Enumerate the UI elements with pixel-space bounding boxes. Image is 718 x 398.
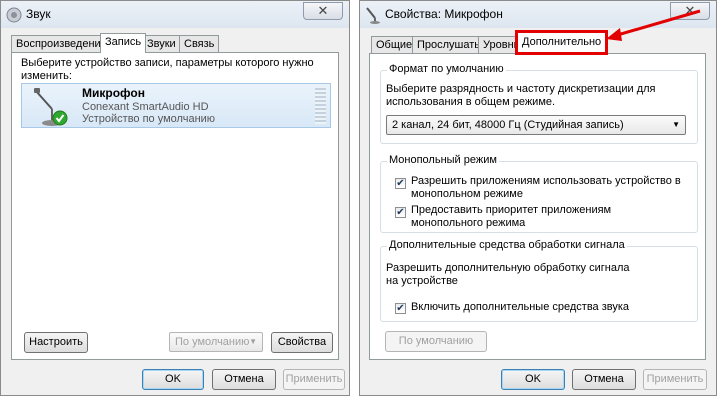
tab-recording[interactable]: Запись	[100, 33, 147, 53]
close-button[interactable]: ✕	[303, 2, 343, 20]
tab-advanced[interactable]: Дополнительно	[515, 30, 609, 55]
allow-exclusive-label[interactable]: Разрешить приложениям использовать устро…	[411, 175, 686, 201]
default-select-value: По умолчанию	[175, 336, 250, 348]
default-format-title: Формат по умолчанию	[387, 63, 506, 75]
restore-defaults-button[interactable]: По умолчанию	[385, 331, 487, 352]
window-title: Свойства: Микрофон	[385, 7, 503, 21]
title-bar[interactable]: Звук ✕	[1, 1, 349, 28]
device-status: Устройство по умолчанию	[82, 113, 216, 125]
tab-playback[interactable]: Воспроизведение	[11, 35, 112, 52]
annotation-arrow-icon	[606, 9, 701, 41]
ok-button[interactable]: OK	[501, 369, 565, 390]
cancel-button[interactable]: Отмена	[212, 369, 276, 390]
enhancements-group: Дополнительные средства обработки сигнал…	[380, 239, 698, 322]
speaker-icon	[6, 7, 22, 23]
enable-enhancements-checkbox[interactable]: ✔	[395, 303, 406, 314]
cancel-button[interactable]: Отмена	[572, 369, 636, 390]
exclusive-mode-title: Монопольный режим	[387, 154, 499, 166]
tab-communications[interactable]: Связь	[179, 35, 220, 52]
instruction-text: Выберите устройство записи, параметры ко…	[21, 57, 314, 82]
device-name: Микрофон	[82, 86, 145, 100]
tab-listen[interactable]: Прослушать	[412, 36, 486, 53]
default-format-select[interactable]: 2 канал, 24 бит, 48000 Гц (Студийная зап…	[386, 115, 686, 135]
default-select[interactable]: По умолчанию ▼	[169, 332, 263, 352]
priority-exclusive-label[interactable]: Предоставить приоритет приложениям моноп…	[411, 204, 686, 230]
sound-dialog: Звук ✕ Воспроизведение Запись Звуки Связ…	[0, 0, 350, 396]
exclusive-mode-group: Монопольный режим ✔ Разрешить приложения…	[380, 154, 698, 233]
configure-button[interactable]: Настроить	[24, 332, 88, 353]
microphone-properties-dialog: Свойства: Микрофон ✕ Общие Прослушать Ур…	[359, 0, 717, 396]
enable-enhancements-label[interactable]: Включить дополнительные средства звука	[411, 301, 629, 314]
tab-levels[interactable]: Уровни	[478, 36, 518, 53]
device-list-item[interactable]: Микрофон Conexant SmartAudio HD Устройст…	[21, 83, 331, 128]
allow-exclusive-checkbox[interactable]: ✔	[395, 178, 406, 189]
chevron-down-icon: ▼	[672, 120, 680, 129]
recording-panel: Выберите устройство записи, параметры ко…	[11, 52, 339, 360]
window-title: Звук	[26, 7, 51, 21]
level-meter	[315, 88, 326, 124]
tab-general[interactable]: Общие	[371, 36, 418, 53]
priority-exclusive-checkbox[interactable]: ✔	[395, 207, 406, 218]
enhancements-title: Дополнительные средства обработки сигнал…	[387, 239, 627, 251]
apply-button[interactable]: Применить	[283, 369, 345, 390]
default-format-group: Формат по умолчанию Выберите разрядность…	[380, 63, 698, 144]
apply-button[interactable]: Применить	[643, 369, 707, 390]
enhancements-description: Разрешить дополнительную обработку сигна…	[386, 262, 630, 287]
ok-button[interactable]: OK	[142, 369, 204, 390]
chevron-down-icon: ▼	[249, 337, 257, 346]
microphone-icon	[366, 7, 380, 24]
default-format-value: 2 канал, 24 бит, 48000 Гц (Студийная зап…	[392, 119, 624, 131]
properties-button[interactable]: Свойства	[271, 332, 333, 353]
default-format-description: Выберите разрядность и частоту дискретиз…	[386, 83, 656, 108]
tab-sounds[interactable]: Звуки	[142, 35, 181, 52]
microphone-icon	[34, 88, 68, 126]
advanced-panel: Формат по умолчанию Выберите разрядность…	[369, 53, 706, 360]
